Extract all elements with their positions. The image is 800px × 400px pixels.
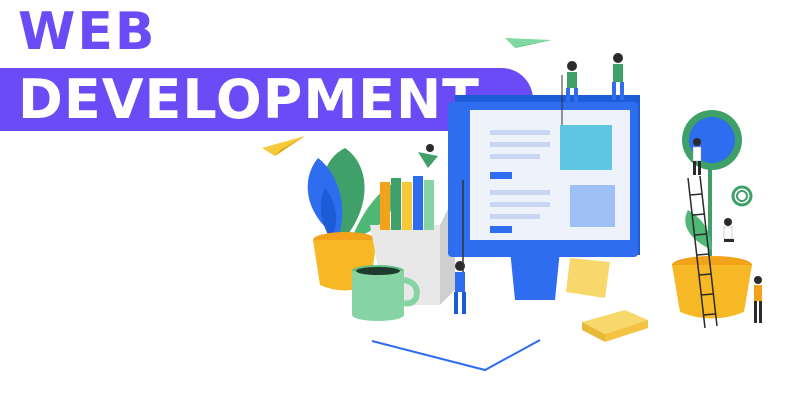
paper-plane-yellow-icon [262, 136, 305, 156]
person-standing-right [754, 276, 762, 323]
person-on-monitor-2 [612, 53, 624, 100]
person-sitting-right [723, 218, 734, 242]
person-climbing [418, 144, 438, 168]
right-plant [682, 110, 753, 270]
monitor [448, 95, 640, 300]
paper-plane-icon [505, 38, 552, 48]
screen-block-blue [560, 125, 612, 170]
sticky-note [566, 258, 610, 298]
floor-line [371, 339, 541, 372]
person-on-ladder [692, 138, 702, 175]
yellow-block [582, 310, 648, 342]
screen-block-lightblue [570, 185, 615, 227]
illustration [262, 38, 762, 372]
